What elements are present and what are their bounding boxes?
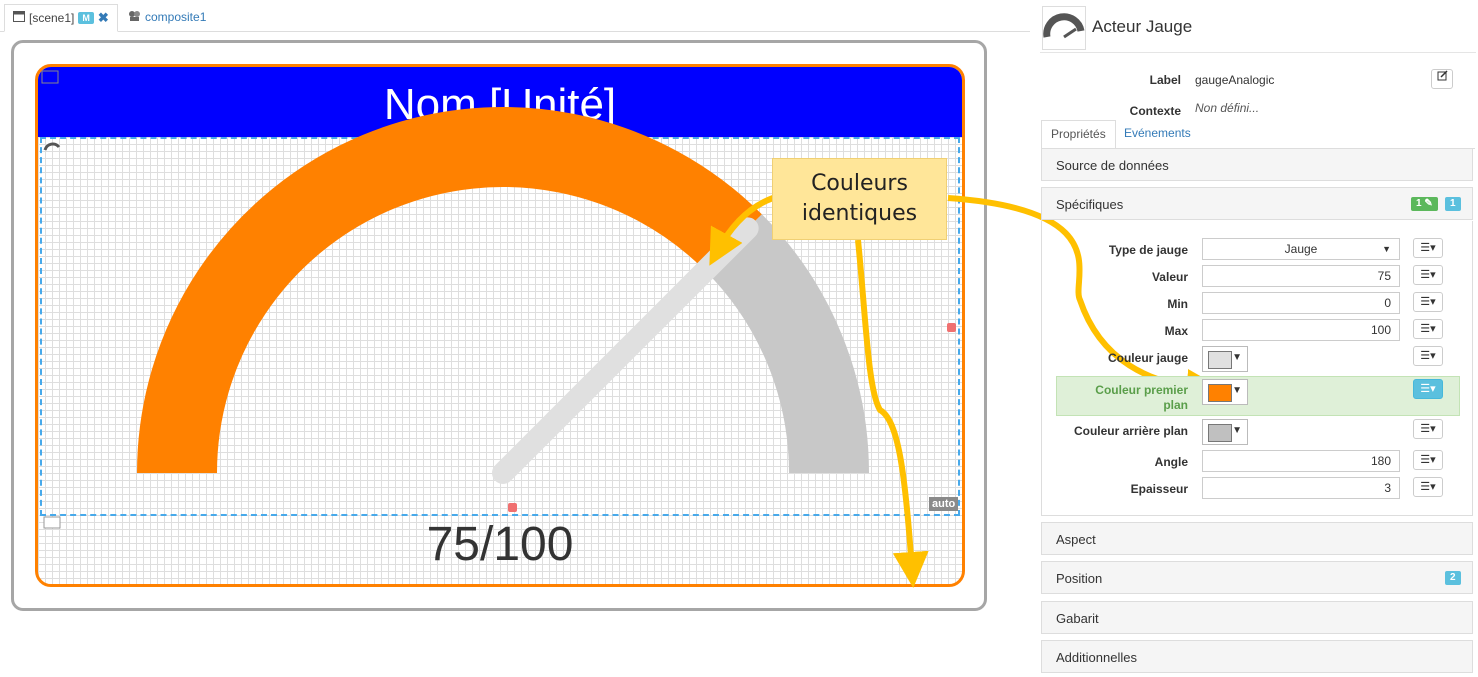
row-thickness: Epaisseur 3 ☰▾ [1041,477,1473,501]
edit-icon [1437,70,1448,81]
thickness-label: Epaisseur [1130,482,1188,496]
max-input[interactable]: 100 [1202,319,1400,341]
foreground-color-label: Couleur premier plan [1041,383,1188,413]
arrow-to-gauge-arc [709,195,775,266]
section-position-label: Position [1056,571,1103,586]
pencil-icon: ✎ [1424,198,1433,209]
properties-tabs: Propriétés Evénements [1041,120,1475,150]
caret-down-icon: ▼ [1382,244,1391,254]
row-angle: Angle 180 ☰▾ [1041,450,1473,474]
options-menu-button[interactable]: ☰▾ [1413,346,1443,366]
callout-line-2: identiques [801,201,918,226]
options-menu-button[interactable]: ☰▾ [1413,292,1443,312]
angle-input[interactable]: 180 [1202,450,1400,472]
options-menu-button[interactable]: ☰▾ [1413,319,1443,339]
callout-line-1: Couleurs [811,171,908,196]
label-value[interactable]: gaugeAnalogic [1195,73,1274,87]
tab-properties[interactable]: Propriétés [1041,120,1116,150]
gauge-color-label: Couleur jauge [1107,351,1188,365]
section-template[interactable]: Gabarit [1041,601,1473,634]
gauge-color-picker[interactable]: ▼ [1202,346,1248,372]
panel-header: Acteur Jauge [1040,4,1476,53]
foreground-color-label-line1: Couleur premier [1095,383,1188,397]
caret-down-icon: ▼ [1232,385,1242,396]
row-max: Max 100 ☰▾ [1041,319,1473,343]
background-color-picker[interactable]: ▼ [1202,419,1248,445]
count-badge: 1 [1445,197,1461,211]
section-additional[interactable]: Additionnelles [1041,640,1473,673]
angle-label: Angle [1154,455,1188,469]
section-data-source[interactable]: Source de données [1041,148,1473,181]
background-color-label: Couleur arrière plan [1073,424,1188,438]
gauge-type-value: Jauge [1284,242,1318,256]
section-position[interactable]: Position 2 [1041,561,1473,594]
gauge-type-select[interactable]: Jauge ▼ [1202,238,1400,260]
modified-count-badge: 1 ✎ [1411,197,1438,211]
gauge-type-label: Type de jauge [1108,243,1188,257]
foreground-color-picker[interactable]: ▼ [1202,379,1248,405]
section-specific[interactable]: Spécifiques 1 ✎ 1 [1041,187,1473,220]
caret-down-icon: ▼ [1232,352,1242,363]
foreground-color-swatch [1208,384,1232,402]
value-label: Valeur [1151,270,1188,284]
background-color-swatch [1208,424,1232,442]
row-gauge-type: Type de jauge Jauge ▼ ☰▾ [1041,238,1473,262]
options-menu-button[interactable]: ☰▾ [1413,450,1443,470]
value-input[interactable]: 75 [1202,265,1400,287]
callout-box: Couleurs identiques [772,158,947,240]
options-menu-button[interactable]: ☰▾ [1413,238,1443,258]
panel-title: Acteur Jauge [1092,17,1193,36]
count-badge: 2 [1445,571,1461,585]
context-caption: Contexte [1129,104,1181,118]
tab-events[interactable]: Evénements [1115,120,1200,148]
min-label: Min [1167,297,1188,311]
arrow-to-frame [855,239,929,588]
min-input[interactable]: 0 [1202,292,1400,314]
foreground-color-label-line2: plan [1163,398,1188,412]
context-value: Non défini... [1195,101,1260,115]
edit-label-button[interactable] [1431,69,1453,89]
gauge-actor-icon [1042,6,1086,50]
options-menu-button[interactable]: ☰▾ [1413,419,1443,439]
options-menu-button[interactable]: ☰▾ [1413,265,1443,285]
options-menu-button-active[interactable]: ☰▾ [1413,379,1443,399]
options-menu-button[interactable]: ☰▾ [1413,477,1443,497]
row-value: Valeur 75 ☰▾ [1041,265,1473,289]
row-foreground-color: Couleur premier plan ▼ ☰▾ [1041,378,1473,414]
gauge-color-swatch [1208,351,1232,369]
caret-down-icon: ▼ [1232,425,1242,436]
row-min: Min 0 ☰▾ [1041,292,1473,316]
row-gauge-color: Couleur jauge ▼ ☰▾ [1041,346,1473,374]
max-label: Max [1164,324,1188,338]
label-caption: Label [1149,73,1181,87]
section-aspect[interactable]: Aspect [1041,522,1473,555]
section-specific-label: Spécifiques [1056,197,1124,212]
thickness-input[interactable]: 3 [1202,477,1400,499]
row-background-color: Couleur arrière plan ▼ ☰▾ [1041,419,1473,447]
